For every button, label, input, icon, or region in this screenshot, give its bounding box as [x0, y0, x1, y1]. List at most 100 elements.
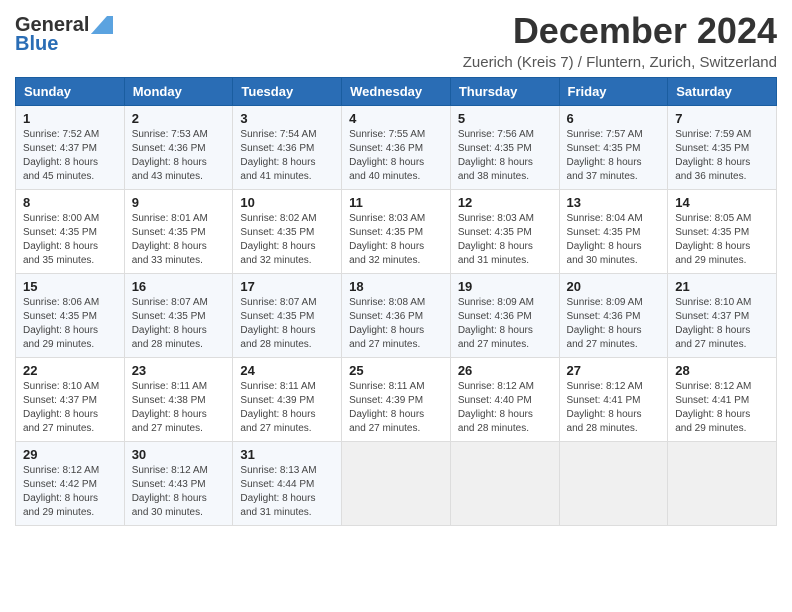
- day-number: 21: [675, 279, 769, 294]
- calendar-cell: 22 Sunrise: 8:10 AMSunset: 4:37 PMDayligh…: [16, 358, 125, 442]
- calendar-cell: 18 Sunrise: 8:08 AMSunset: 4:36 PMDayligh…: [342, 274, 451, 358]
- logo: General Blue: [15, 14, 113, 56]
- day-number: 22: [23, 363, 117, 378]
- calendar-cell: 7Sunrise: 7:59 AMSunset: 4:35 PMDaylight…: [668, 106, 777, 190]
- calendar-cell: 28 Sunrise: 8:12 AMSunset: 4:41 PMDayligh…: [668, 358, 777, 442]
- header-friday: Friday: [559, 78, 668, 106]
- day-info: Sunrise: 8:11 AMSunset: 4:39 PMDaylight:…: [240, 380, 334, 436]
- calendar-cell: 13Sunrise: 8:04 AMSunset: 4:35 PMDayligh…: [559, 190, 668, 274]
- day-number: 20: [567, 279, 661, 294]
- calendar-header-row: SundayMondayTuesdayWednesdayThursdayFrid…: [16, 78, 777, 106]
- location-subtitle: Zuerich (Kreis 7) / Fluntern, Zurich, Sw…: [463, 54, 777, 71]
- calendar-cell: [342, 442, 451, 526]
- day-info: Sunrise: 8:12 AMSunset: 4:41 PMDaylight:…: [567, 380, 661, 436]
- day-info: Sunrise: 7:55 AMSunset: 4:36 PMDaylight:…: [349, 128, 443, 184]
- day-info: Sunrise: 8:04 AMSunset: 4:35 PMDaylight:…: [567, 212, 661, 268]
- calendar-cell: 4 Sunrise: 7:55 AMSunset: 4:36 PMDaylight…: [342, 106, 451, 190]
- day-number: 26: [458, 363, 552, 378]
- calendar-cell: 3 Sunrise: 7:54 AMSunset: 4:36 PMDaylight…: [233, 106, 342, 190]
- calendar-week-4: 22 Sunrise: 8:10 AMSunset: 4:37 PMDayligh…: [16, 358, 777, 442]
- calendar-cell: 25Sunrise: 8:11 AMSunset: 4:39 PMDayligh…: [342, 358, 451, 442]
- day-number: 4: [349, 111, 443, 126]
- day-number: 12: [458, 195, 552, 210]
- day-number: 8: [23, 195, 117, 210]
- calendar-table: SundayMondayTuesdayWednesdayThursdayFrid…: [15, 77, 777, 526]
- calendar-week-5: 29Sunrise: 8:12 AMSunset: 4:42 PMDayligh…: [16, 442, 777, 526]
- title-area: December 2024 Zuerich (Kreis 7) / Flunte…: [463, 10, 777, 71]
- day-info: Sunrise: 8:07 AMSunset: 4:35 PMDaylight:…: [132, 296, 226, 352]
- calendar-cell: 6 Sunrise: 7:57 AMSunset: 4:35 PMDaylight…: [559, 106, 668, 190]
- day-info: Sunrise: 8:01 AMSunset: 4:35 PMDaylight:…: [132, 212, 226, 268]
- calendar-cell: 5Sunrise: 7:56 AMSunset: 4:35 PMDaylight…: [450, 106, 559, 190]
- day-number: 27: [567, 363, 661, 378]
- calendar-cell: 23 Sunrise: 8:11 AMSunset: 4:38 PMDayligh…: [124, 358, 233, 442]
- header-tuesday: Tuesday: [233, 78, 342, 106]
- day-info: Sunrise: 8:11 AMSunset: 4:38 PMDaylight:…: [132, 380, 226, 436]
- day-info: Sunrise: 8:10 AMSunset: 4:37 PMDaylight:…: [675, 296, 769, 352]
- day-number: 9: [132, 195, 226, 210]
- day-number: 24: [240, 363, 334, 378]
- calendar-cell: 27 Sunrise: 8:12 AMSunset: 4:41 PMDayligh…: [559, 358, 668, 442]
- calendar-cell: 12 Sunrise: 8:03 AMSunset: 4:35 PMDayligh…: [450, 190, 559, 274]
- day-number: 18: [349, 279, 443, 294]
- day-info: Sunrise: 8:05 AMSunset: 4:35 PMDaylight:…: [675, 212, 769, 268]
- day-info: Sunrise: 8:06 AMSunset: 4:35 PMDaylight:…: [23, 296, 117, 352]
- calendar-cell: 14Sunrise: 8:05 AMSunset: 4:35 PMDayligh…: [668, 190, 777, 274]
- day-info: Sunrise: 7:54 AMSunset: 4:36 PMDaylight:…: [240, 128, 334, 184]
- calendar-week-1: 1 Sunrise: 7:52 AMSunset: 4:37 PMDaylight…: [16, 106, 777, 190]
- day-info: Sunrise: 8:00 AMSunset: 4:35 PMDaylight:…: [23, 212, 117, 268]
- calendar-week-3: 15Sunrise: 8:06 AMSunset: 4:35 PMDayligh…: [16, 274, 777, 358]
- day-number: 3: [240, 111, 334, 126]
- day-info: Sunrise: 8:08 AMSunset: 4:36 PMDaylight:…: [349, 296, 443, 352]
- calendar-cell: 30 Sunrise: 8:12 AMSunset: 4:43 PMDayligh…: [124, 442, 233, 526]
- calendar-cell: [559, 442, 668, 526]
- calendar-cell: 11 Sunrise: 8:03 AMSunset: 4:35 PMDayligh…: [342, 190, 451, 274]
- calendar-cell: 2 Sunrise: 7:53 AMSunset: 4:36 PMDaylight…: [124, 106, 233, 190]
- day-number: 31: [240, 447, 334, 462]
- day-info: Sunrise: 7:52 AMSunset: 4:37 PMDaylight:…: [23, 128, 117, 184]
- logo-icon: [91, 16, 113, 34]
- day-number: 1: [23, 111, 117, 126]
- header-sunday: Sunday: [16, 78, 125, 106]
- day-number: 6: [567, 111, 661, 126]
- calendar-cell: 29Sunrise: 8:12 AMSunset: 4:42 PMDayligh…: [16, 442, 125, 526]
- header-saturday: Saturday: [668, 78, 777, 106]
- day-number: 23: [132, 363, 226, 378]
- day-info: Sunrise: 8:10 AMSunset: 4:37 PMDaylight:…: [23, 380, 117, 436]
- day-info: Sunrise: 7:53 AMSunset: 4:36 PMDaylight:…: [132, 128, 226, 184]
- day-number: 30: [132, 447, 226, 462]
- day-info: Sunrise: 8:03 AMSunset: 4:35 PMDaylight:…: [458, 212, 552, 268]
- day-info: Sunrise: 7:59 AMSunset: 4:35 PMDaylight:…: [675, 128, 769, 184]
- calendar-cell: 10Sunrise: 8:02 AMSunset: 4:35 PMDayligh…: [233, 190, 342, 274]
- day-info: Sunrise: 8:13 AMSunset: 4:44 PMDaylight:…: [240, 464, 334, 520]
- calendar-cell: [450, 442, 559, 526]
- day-number: 28: [675, 363, 769, 378]
- calendar-cell: 20 Sunrise: 8:09 AMSunset: 4:36 PMDayligh…: [559, 274, 668, 358]
- day-number: 16: [132, 279, 226, 294]
- day-number: 11: [349, 195, 443, 210]
- calendar-cell: 16 Sunrise: 8:07 AMSunset: 4:35 PMDayligh…: [124, 274, 233, 358]
- calendar-cell: 9 Sunrise: 8:01 AMSunset: 4:35 PMDaylight…: [124, 190, 233, 274]
- day-number: 19: [458, 279, 552, 294]
- day-info: Sunrise: 8:12 AMSunset: 4:42 PMDaylight:…: [23, 464, 117, 520]
- calendar-cell: 24 Sunrise: 8:11 AMSunset: 4:39 PMDayligh…: [233, 358, 342, 442]
- day-info: Sunrise: 8:12 AMSunset: 4:43 PMDaylight:…: [132, 464, 226, 520]
- calendar-cell: 8 Sunrise: 8:00 AMSunset: 4:35 PMDaylight…: [16, 190, 125, 274]
- day-info: Sunrise: 8:12 AMSunset: 4:41 PMDaylight:…: [675, 380, 769, 436]
- header-monday: Monday: [124, 78, 233, 106]
- calendar-cell: 19Sunrise: 8:09 AMSunset: 4:36 PMDayligh…: [450, 274, 559, 358]
- calendar-cell: 31 Sunrise: 8:13 AMSunset: 4:44 PMDayligh…: [233, 442, 342, 526]
- calendar-week-2: 8 Sunrise: 8:00 AMSunset: 4:35 PMDaylight…: [16, 190, 777, 274]
- day-info: Sunrise: 8:09 AMSunset: 4:36 PMDaylight:…: [567, 296, 661, 352]
- calendar-cell: 26Sunrise: 8:12 AMSunset: 4:40 PMDayligh…: [450, 358, 559, 442]
- calendar-cell: 1 Sunrise: 7:52 AMSunset: 4:37 PMDaylight…: [16, 106, 125, 190]
- day-info: Sunrise: 7:57 AMSunset: 4:35 PMDaylight:…: [567, 128, 661, 184]
- calendar-cell: 15Sunrise: 8:06 AMSunset: 4:35 PMDayligh…: [16, 274, 125, 358]
- calendar-cell: [668, 442, 777, 526]
- calendar-cell: 21 Sunrise: 8:10 AMSunset: 4:37 PMDayligh…: [668, 274, 777, 358]
- day-number: 2: [132, 111, 226, 126]
- logo-blue-text: Blue: [15, 33, 58, 56]
- calendar-cell: 17Sunrise: 8:07 AMSunset: 4:35 PMDayligh…: [233, 274, 342, 358]
- header-wednesday: Wednesday: [342, 78, 451, 106]
- day-info: Sunrise: 8:03 AMSunset: 4:35 PMDaylight:…: [349, 212, 443, 268]
